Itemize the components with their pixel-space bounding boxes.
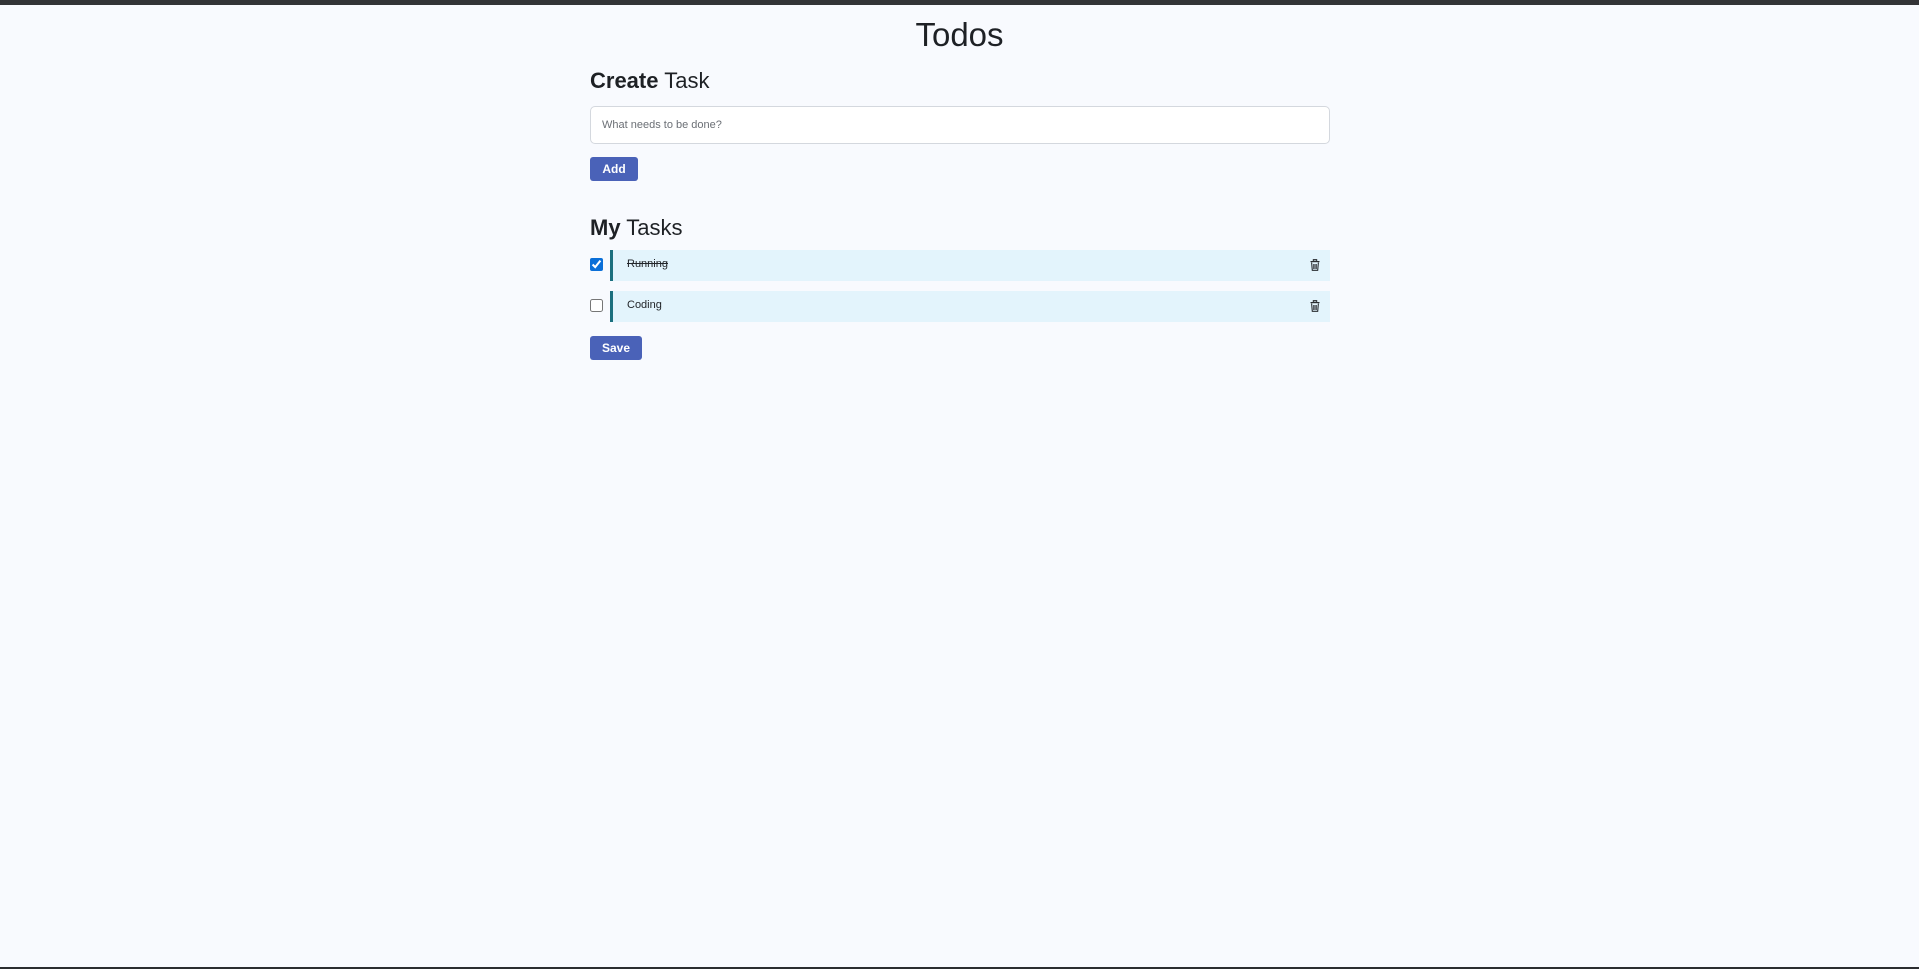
my-tasks-heading: My Tasks — [590, 214, 683, 242]
add-button[interactable]: Add — [590, 157, 638, 181]
task-card: Coding — [610, 291, 1330, 322]
task-checkbox[interactable] — [590, 299, 603, 312]
tasks-heading-rest: Tasks — [626, 215, 683, 240]
task-label: Running — [627, 258, 668, 270]
new-task-input[interactable] — [590, 106, 1330, 144]
task-card: Running — [610, 250, 1330, 281]
task-item: Running — [590, 250, 1330, 281]
page-title: Todos — [915, 16, 1004, 53]
tasks-heading-bold: My — [590, 215, 621, 240]
create-heading-bold: Create — [590, 68, 659, 93]
task-label: Coding — [627, 299, 662, 311]
trash-icon[interactable] — [1309, 259, 1321, 271]
trash-icon[interactable] — [1309, 300, 1321, 312]
task-item: Coding — [590, 291, 1330, 322]
task-checkbox[interactable] — [590, 258, 603, 271]
window-top-bar — [0, 0, 1919, 5]
create-task-heading: Create Task — [590, 67, 709, 95]
create-heading-rest: Task — [664, 68, 710, 93]
save-button[interactable]: Save — [590, 336, 642, 360]
